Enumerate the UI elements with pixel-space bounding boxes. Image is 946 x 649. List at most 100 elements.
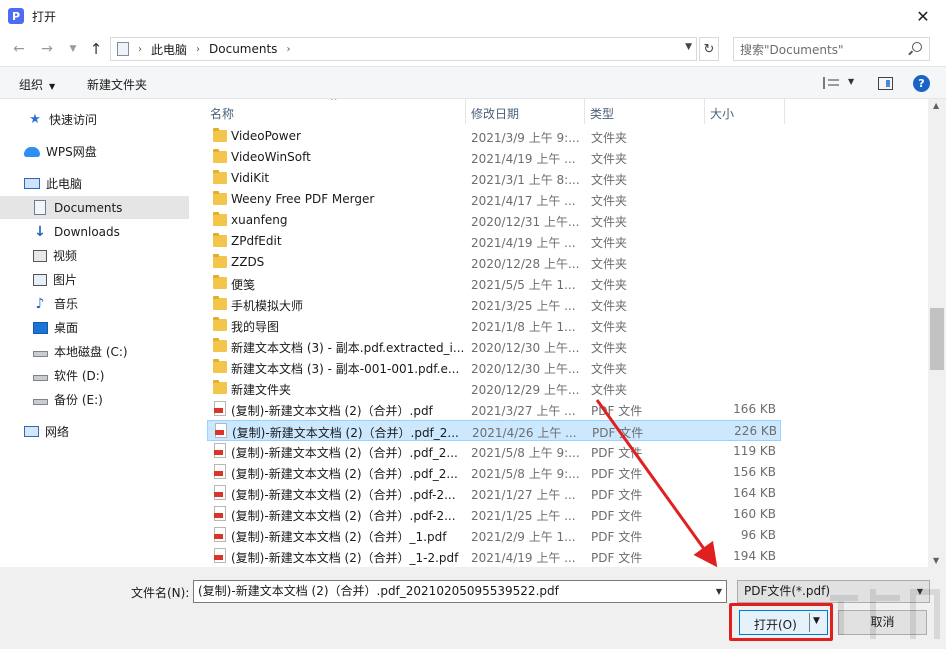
file-date: 2021/1/8 上午 1... (471, 320, 576, 334)
file-row[interactable]: VideoPower 2021/3/9 上午 9:... 文件夹 (207, 126, 781, 147)
recent-locations-chevron-icon[interactable]: ▼ (64, 40, 82, 58)
drive-icon (33, 350, 48, 357)
file-row[interactable]: (复制)-新建文本文档 (2)（合并）.pdf-2... 2021/1/25 上午… (207, 504, 781, 525)
vertical-scrollbar[interactable]: ▲ ▼ (928, 99, 946, 567)
close-icon[interactable]: ✕ (900, 0, 946, 32)
sidebar-item-drive-d[interactable]: 软件 (D:) (0, 364, 189, 387)
file-type: 文件夹 (591, 362, 628, 376)
breadcrumb-this-pc[interactable]: 此电脑 (151, 41, 187, 58)
sidebar-item-quick-access[interactable]: ★ 快速访问 (0, 108, 189, 131)
folder-icon (213, 170, 227, 184)
file-row[interactable]: VideoWinSoft 2021/4/19 上午 ... 文件夹 (207, 147, 781, 168)
preview-pane-icon[interactable] (878, 77, 893, 90)
file-size: 166 KB (733, 402, 776, 416)
column-divider[interactable] (704, 99, 705, 124)
column-divider[interactable] (584, 99, 585, 124)
column-header-size[interactable]: 大小 (710, 105, 734, 122)
file-row[interactable]: 我的导图 2021/1/8 上午 1... 文件夹 (207, 315, 781, 336)
file-row[interactable]: ZZDS 2020/12/28 上午... 文件夹 (207, 252, 781, 273)
sidebar-item-drive-c[interactable]: 本地磁盘 (C:) (0, 340, 189, 363)
column-divider[interactable] (465, 99, 466, 124)
file-name: (复制)-新建文本文档 (2)（合并）_1-2.pdf (231, 551, 459, 565)
sidebar-item-videos[interactable]: 视频 (0, 244, 189, 267)
file-row[interactable]: (复制)-新建文本文档 (2)（合并）.pdf_2... 2021/5/8 上午 … (207, 441, 781, 462)
help-icon[interactable]: ? (913, 75, 930, 92)
cancel-button[interactable]: 取消 (838, 610, 927, 635)
column-headers: ^ 名称 修改日期 类型 大小 (191, 99, 928, 124)
file-row[interactable]: ZPdfEdit 2021/4/19 上午 ... 文件夹 (207, 231, 781, 252)
file-row[interactable]: 手机模拟大师 2021/3/25 上午 ... 文件夹 (207, 294, 781, 315)
dialog-footer: 文件名(N): (复制)-新建文本文档 (2)（合并）.pdf_20210205… (0, 567, 946, 649)
refresh-icon[interactable]: ↻ (699, 37, 719, 61)
sidebar-item-music[interactable]: ♪ 音乐 (0, 292, 189, 315)
column-header-name[interactable]: 名称 (210, 105, 234, 122)
folder-icon (213, 275, 227, 289)
new-folder-button[interactable]: 新建文件夹 (87, 76, 147, 93)
chevron-right-icon[interactable]: › (196, 44, 200, 55)
file-row[interactable]: (复制)-新建文本文档 (2)（合并）.pdf-2... 2021/1/27 上午… (207, 483, 781, 504)
back-arrow-icon[interactable]: ← (10, 40, 28, 58)
column-header-type[interactable]: 类型 (590, 105, 614, 122)
chevron-right-icon[interactable]: › (286, 44, 290, 55)
search-input[interactable]: 搜索"Documents" (733, 37, 930, 61)
file-type: PDF 文件 (591, 509, 643, 523)
view-options-icon[interactable] (823, 77, 839, 89)
file-row[interactable]: (复制)-新建文本文档 (2)（合并）_1.pdf 2021/2/9 上午 1..… (207, 525, 781, 546)
file-row[interactable]: (复制)-新建文本文档 (2)（合并）.pdf_2... 2021/4/26 上午… (207, 420, 781, 441)
search-icon (912, 42, 922, 52)
file-type: PDF 文件 (591, 467, 643, 481)
folder-icon (213, 296, 227, 310)
sidebar-item-pictures[interactable]: 图片 (0, 268, 189, 291)
chevron-down-icon[interactable]: ▼ (716, 581, 722, 602)
file-row[interactable]: VidiKit 2021/3/1 上午 8:... 文件夹 (207, 168, 781, 189)
file-name: 便笺 (231, 278, 256, 292)
forward-arrow-icon[interactable]: → (38, 40, 56, 58)
file-row[interactable]: 新建文本文档 (3) - 副本-001-001.pdf.e... 2020/12/… (207, 357, 781, 378)
folder-icon (213, 128, 227, 142)
sidebar-item-drive-e[interactable]: 备份 (E:) (0, 388, 189, 411)
file-date: 2020/12/30 上午... (471, 341, 580, 355)
chevron-down-icon[interactable]: ▼ (848, 77, 854, 86)
file-name: 新建文本文档 (3) - 副本.pdf.extracted_i... (231, 341, 465, 355)
file-row[interactable]: 便笺 2021/5/5 上午 1... 文件夹 (207, 273, 781, 294)
file-date: 2021/5/8 上午 9:... (471, 446, 580, 460)
scroll-up-icon[interactable]: ▲ (933, 101, 939, 110)
column-divider[interactable] (784, 99, 785, 124)
scroll-down-icon[interactable]: ▼ (933, 556, 939, 565)
sidebar-item-label: 快速访问 (49, 113, 98, 127)
filetype-select[interactable]: PDF文件(*.pdf) ▼ (737, 580, 930, 603)
download-icon: ↓ (34, 223, 46, 240)
file-row[interactable]: 新建文件夹 2020/12/29 上午... 文件夹 (207, 378, 781, 399)
sidebar-item-wps-cloud[interactable]: WPS网盘 (0, 140, 189, 163)
open-button[interactable]: 打开(O) ▼ (739, 610, 828, 635)
chevron-right-icon[interactable]: › (138, 44, 142, 55)
scrollbar-thumb[interactable] (930, 308, 944, 370)
file-row[interactable]: (复制)-新建文本文档 (2)（合并）.pdf 2021/3/27 上午 ... P… (207, 399, 781, 420)
address-bar[interactable]: › 此电脑 › Documents › ▼ (110, 37, 697, 61)
file-row[interactable]: (复制)-新建文本文档 (2)（合并）_1-2.pdf 2021/4/19 上午 … (207, 546, 781, 567)
file-type: 文件夹 (591, 173, 628, 187)
up-arrow-icon[interactable]: ↑ (87, 40, 105, 58)
file-date: 2021/5/5 上午 1... (471, 278, 576, 292)
file-row[interactable]: Weeny Free PDF Merger 2021/4/17 上午 ... 文件夹 (207, 189, 781, 210)
file-row[interactable]: (复制)-新建文本文档 (2)（合并）.pdf_2... 2021/5/8 上午 … (207, 462, 781, 483)
filename-field[interactable]: (复制)-新建文本文档 (2)（合并）.pdf_2021020509553952… (193, 580, 727, 603)
file-date: 2021/4/26 上午 ... (472, 426, 577, 440)
breadcrumb-documents[interactable]: Documents (209, 42, 277, 56)
file-row[interactable]: 新建文本文档 (3) - 副本.pdf.extracted_i... 2020/1… (207, 336, 781, 357)
column-header-date[interactable]: 修改日期 (471, 105, 519, 122)
file-size: 160 KB (733, 507, 776, 521)
chevron-down-icon[interactable]: ▼ (813, 616, 820, 626)
file-row[interactable]: xuanfeng 2020/12/31 上午... 文件夹 (207, 210, 781, 231)
organize-button[interactable]: 组织 ▼ (19, 76, 55, 93)
sidebar-item-label: 视频 (53, 249, 78, 263)
sidebar-item-desktop[interactable]: 桌面 (0, 316, 189, 339)
sidebar-item-network[interactable]: 网络 (0, 420, 189, 443)
sidebar-item-this-pc[interactable]: 此电脑 (0, 172, 189, 195)
sidebar-item-documents[interactable]: Documents (0, 196, 189, 219)
sidebar-item-label: WPS网盘 (46, 145, 97, 159)
address-history-chevron-icon[interactable]: ▼ (685, 42, 692, 52)
file-size: 226 KB (734, 424, 777, 438)
sidebar-item-downloads[interactable]: ↓ Downloads (0, 220, 189, 243)
file-type: 文件夹 (591, 257, 628, 271)
